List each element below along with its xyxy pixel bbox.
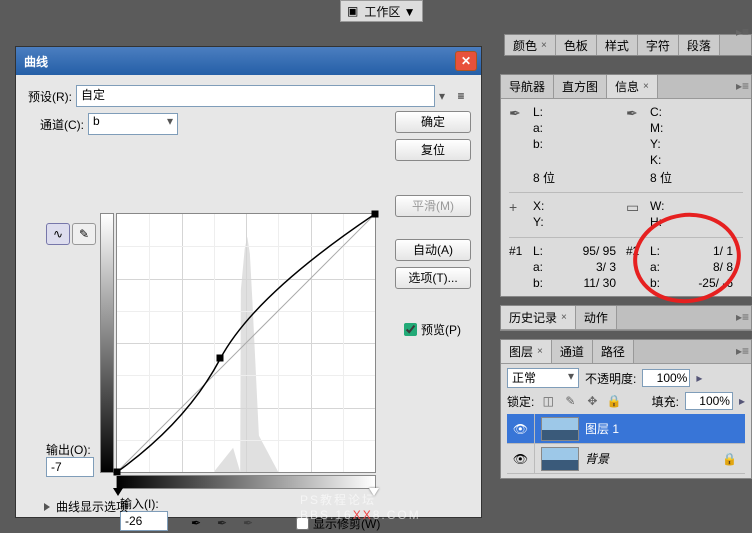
preset-menu-icon[interactable]: ≡ <box>451 86 471 106</box>
opacity-slider-icon[interactable]: ▸ <box>696 371 702 385</box>
layer-row[interactable]: 👁 图层 1 <box>507 414 745 444</box>
disclosure-icon <box>44 503 50 511</box>
input-gradient <box>116 475 376 489</box>
tab-paths[interactable]: 路径 <box>593 340 634 363</box>
dialog-title: 曲线 <box>24 53 48 70</box>
opacity-label: 不透明度: <box>585 370 636 387</box>
sampler1-a: 3/ 3 <box>551 260 626 274</box>
info-panel: 导航器 直方图 信息× ▸≡ ✒ L: ✒ C: a: M: b: Y: K: … <box>500 74 752 297</box>
tab-histogram[interactable]: 直方图 <box>554 75 607 98</box>
titlebar: 曲线 ✕ <box>16 47 481 75</box>
sampler1-b: 11/ 30 <box>551 276 626 290</box>
ok-button[interactable]: 确定 <box>395 111 471 133</box>
sampler1-label: #1 <box>509 244 533 258</box>
tab-channels[interactable]: 通道 <box>552 340 593 363</box>
output-input[interactable] <box>46 457 94 477</box>
channel-select[interactable]: b ▾ <box>88 113 178 135</box>
eyedropper-icon: ✒ <box>626 105 650 151</box>
tab-styles[interactable]: 样式 <box>597 35 638 55</box>
eyedropper-icon: ✒ <box>509 105 533 151</box>
tab-character[interactable]: 字符 <box>638 35 679 55</box>
layer-name[interactable]: 背景 <box>585 450 722 467</box>
auto-button[interactable]: 自动(A) <box>395 239 471 261</box>
preset-label: 预设(R): <box>28 88 72 105</box>
tool-icon: ▣ <box>347 4 358 18</box>
tab-paragraph[interactable]: 段落 <box>679 35 720 55</box>
history-panel: 历史记录× 动作 ▸≡ <box>500 305 752 331</box>
channel-label: 通道(C): <box>40 116 84 133</box>
curve-tool-button[interactable]: ∿ <box>46 223 70 245</box>
white-eyedropper-icon[interactable]: ✒ <box>238 513 258 533</box>
crosshair-icon: + <box>509 199 533 231</box>
curve-point-mid[interactable] <box>217 355 224 362</box>
lock-icon: 🔒 <box>722 452 737 466</box>
visibility-icon[interactable]: 👁 <box>507 414 535 443</box>
curve-line <box>117 214 375 472</box>
tab-swatches[interactable]: 色板 <box>556 35 597 55</box>
preset-select[interactable]: 自定 <box>76 85 435 107</box>
fill-slider-icon[interactable]: ▸ <box>739 394 745 408</box>
visibility-icon[interactable]: 👁 <box>507 444 535 473</box>
black-eyedropper-icon[interactable]: ✒ <box>186 513 206 533</box>
lock-transparent-icon[interactable]: ◫ <box>540 393 556 409</box>
curve-graph[interactable] <box>116 213 376 473</box>
lock-label: 锁定: <box>507 393 534 410</box>
sampler1-L: 95/ 95 <box>551 244 626 258</box>
fill-label: 填充: <box>652 393 679 410</box>
preview-checkbox[interactable]: 预览(P) <box>404 321 461 338</box>
tab-color[interactable]: 颜色× <box>505 35 556 55</box>
layer-name[interactable]: 图层 1 <box>585 420 745 437</box>
watermark: PS教程论坛 BBS.16XX8.COM <box>300 491 421 522</box>
opacity-input[interactable] <box>642 369 690 387</box>
curve-display-options[interactable]: 曲线显示选项 <box>44 498 128 515</box>
close-button[interactable]: ✕ <box>455 51 477 71</box>
output-gradient <box>100 213 114 473</box>
top-toolbar: ▣ 工作区 ▼ <box>340 0 423 22</box>
lock-all-icon[interactable]: 🔒 <box>606 393 622 409</box>
panel-menu-icon[interactable]: ▸≡ <box>736 344 749 358</box>
sampler2-b: -25/ -6 <box>668 276 743 290</box>
curve-point-end[interactable] <box>372 211 379 218</box>
cancel-button[interactable]: 复位 <box>395 139 471 161</box>
panel-menu-icon[interactable]: ▸≡ <box>736 25 749 39</box>
color-panel-tabs: 颜色× 色板 样式 字符 段落 ▸≡ <box>504 34 752 56</box>
tab-navigator[interactable]: 导航器 <box>501 75 554 98</box>
tab-layers[interactable]: 图层× <box>501 340 552 363</box>
tab-actions[interactable]: 动作 <box>576 306 617 329</box>
output-label: 输出(O): <box>46 441 91 458</box>
layer-thumbnail[interactable] <box>541 417 579 441</box>
lock-position-icon[interactable]: ✥ <box>584 393 600 409</box>
curves-dialog: 曲线 ✕ 预设(R): 自定 ▾ ≡ 通道(C): b ▾ ∿ ✎ <box>15 46 482 518</box>
info-readout: ✒ L: ✒ C: a: M: b: Y: K: 8 位 8 位 + X: ▭ … <box>509 105 743 290</box>
preset-dropdown-icon[interactable]: ▾ <box>439 89 445 103</box>
layer-thumbnail[interactable] <box>541 447 579 471</box>
dimensions-icon: ▭ <box>626 199 650 231</box>
tab-info[interactable]: 信息× <box>607 75 658 98</box>
options-button[interactable]: 选项(T)... <box>395 267 471 289</box>
lock-pixels-icon[interactable]: ✎ <box>562 393 578 409</box>
gray-eyedropper-icon[interactable]: ✒ <box>212 513 232 533</box>
sampler2-label: #2 <box>626 244 650 258</box>
panel-menu-icon[interactable]: ▸≡ <box>736 79 749 93</box>
pencil-tool-button[interactable]: ✎ <box>72 223 96 245</box>
panel-menu-icon[interactable]: ▸≡ <box>736 310 749 324</box>
tab-history[interactable]: 历史记录× <box>501 306 576 329</box>
sampler2-L: 1/ 1 <box>668 244 743 258</box>
blend-mode-select[interactable]: 正常 ▾ <box>507 368 579 388</box>
fill-input[interactable] <box>685 392 733 410</box>
smooth-button: 平滑(M) <box>395 195 471 217</box>
sampler2-a: 8/ 8 <box>668 260 743 274</box>
workspace-dropdown[interactable]: 工作区 ▼ <box>364 3 415 20</box>
layers-panel: 图层× 通道 路径 ▸≡ 正常 ▾ 不透明度: ▸ 锁定: ◫ ✎ ✥ 🔒 填充… <box>500 339 752 479</box>
layer-row[interactable]: 👁 背景 🔒 <box>507 444 745 474</box>
